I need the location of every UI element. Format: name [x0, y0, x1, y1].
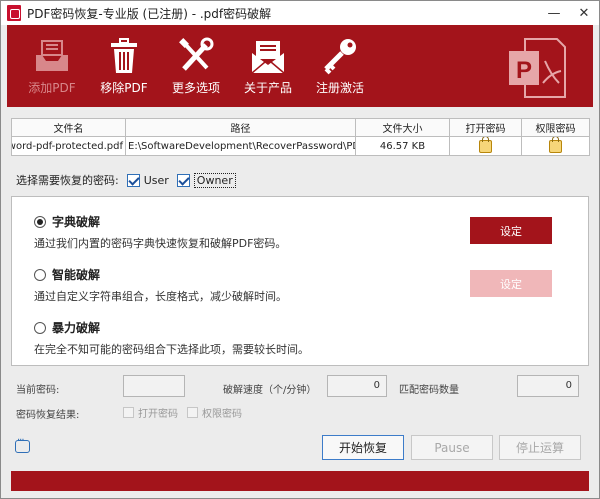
more-options-button[interactable]: 更多选项: [161, 37, 231, 96]
envelope-icon: [251, 41, 285, 74]
password-type-label: 选择需要恢复的密码:: [16, 174, 119, 187]
toolbar: 添加PDF 移除PDF 更多选项 关于产品 注册激活 P: [7, 25, 593, 107]
register-label: 注册激活: [315, 81, 364, 95]
attack-options-panel: 字典破解 通过我们内置的密码字典快速恢复和破解PDF密码。 设定 智能破解 通过…: [11, 196, 589, 366]
smart-title: 智能破解: [52, 268, 101, 282]
col-header-filename: 文件名: [11, 118, 126, 137]
col-header-permission-password: 权限密码: [521, 118, 590, 137]
password-type-selector: 选择需要恢复的密码: User Owner: [16, 172, 236, 188]
brute-force-description: 在完全不知可能的密码组合下选择此项，需要较长时间。: [34, 343, 309, 356]
dictionary-description: 通过我们内置的密码字典快速恢复和破解PDF密码。: [34, 237, 287, 250]
title-bar: PDF密码恢复-专业版 (已注册) - .pdf密码破解 — ✕: [1, 1, 599, 25]
current-password-field: [123, 375, 185, 397]
app-icon: [7, 5, 21, 21]
register-button[interactable]: 注册激活: [305, 37, 375, 96]
add-pdf-label: 添加PDF: [28, 81, 76, 95]
brute-force-radio[interactable]: [34, 321, 46, 334]
lock-icon: [549, 137, 562, 153]
owner-checkbox[interactable]: [176, 173, 190, 187]
smart-settings-button[interactable]: 设定: [470, 270, 552, 297]
brute-force-option[interactable]: 暴力破解: [34, 319, 100, 336]
window-title: PDF密码恢复-专业版 (已注册) - .pdf密码破解: [27, 6, 272, 21]
key-icon: [324, 39, 356, 75]
window-controls: — ✕: [539, 1, 599, 25]
dictionary-settings-button[interactable]: 设定: [470, 217, 552, 244]
file-table: 文件名 路径 文件大小 打开密码 权限密码 password-pdf-prote…: [11, 118, 590, 156]
chat-icon[interactable]: [15, 435, 30, 453]
close-button[interactable]: ✕: [569, 1, 599, 25]
current-password-label: 当前密码:: [16, 385, 60, 396]
table-header-row: 文件名 路径 文件大小 打开密码 权限密码: [11, 118, 590, 137]
owner-checkbox-label[interactable]: Owner: [193, 172, 236, 188]
cell-size: 46.57 KB: [355, 136, 450, 156]
user-checkbox[interactable]: [126, 173, 140, 187]
more-options-label: 更多选项: [171, 81, 220, 95]
result-open-label: 打开密码: [138, 409, 178, 420]
result-open-checkbox: [123, 407, 134, 418]
result-permission-checkbox: [187, 407, 198, 418]
speed-label: 破解速度（个/分钟）: [223, 385, 317, 396]
stop-button[interactable]: 停止运算: [499, 435, 581, 460]
col-header-path: 路径: [125, 118, 356, 137]
inbox-tray-icon: [36, 40, 68, 71]
tools-icon: [179, 37, 214, 71]
smart-attack-option[interactable]: 智能破解: [34, 266, 100, 283]
start-recovery-button[interactable]: 开始恢复: [322, 435, 404, 460]
result-open-password: 打开密码: [123, 405, 178, 420]
pdf-logo-icon: P: [509, 38, 566, 98]
trash-icon: [111, 38, 137, 73]
match-count-label: 匹配密码数量: [399, 385, 459, 396]
table-row[interactable]: password-pdf-protected.pdf E:\SoftwareDe…: [11, 136, 590, 156]
col-header-size: 文件大小: [355, 118, 450, 137]
user-checkbox-label[interactable]: User: [144, 174, 169, 187]
brute-force-title: 暴力破解: [52, 321, 101, 335]
result-permission-password: 权限密码: [187, 405, 242, 420]
result-label: 密码恢复结果:: [16, 410, 80, 421]
remove-pdf-label: 移除PDF: [100, 81, 148, 95]
cell-permission-password: [521, 136, 590, 156]
dictionary-radio[interactable]: [34, 215, 46, 228]
footer-bar: [11, 471, 589, 491]
result-permission-label: 权限密码: [202, 409, 242, 420]
about-button[interactable]: 关于产品: [233, 37, 303, 96]
remove-pdf-button[interactable]: 移除PDF: [89, 37, 159, 96]
add-pdf-button[interactable]: 添加PDF: [17, 37, 87, 96]
dictionary-title: 字典破解: [52, 215, 101, 229]
cell-path: E:\SoftwareDevelopment\RecoverPassword\P…: [125, 136, 356, 156]
smart-description: 通过自定义字符串组合，长度格式，减少破解时间。: [34, 290, 287, 303]
cell-open-password: [449, 136, 522, 156]
smart-radio[interactable]: [34, 268, 46, 281]
speed-field: 0: [327, 375, 387, 397]
about-label: 关于产品: [243, 81, 292, 95]
pause-button[interactable]: Pause: [411, 435, 493, 460]
dictionary-attack-option[interactable]: 字典破解: [34, 213, 100, 230]
lock-icon: [479, 137, 492, 153]
app-window: PDF密码恢复-专业版 (已注册) - .pdf密码破解 — ✕ 添加PDF 移…: [0, 0, 600, 499]
svg-text:P: P: [516, 57, 532, 84]
col-header-open-password: 打开密码: [449, 118, 522, 137]
minimize-button[interactable]: —: [539, 1, 569, 25]
match-count-field: 0: [517, 375, 579, 397]
cell-filename: password-pdf-protected.pdf: [11, 136, 126, 156]
